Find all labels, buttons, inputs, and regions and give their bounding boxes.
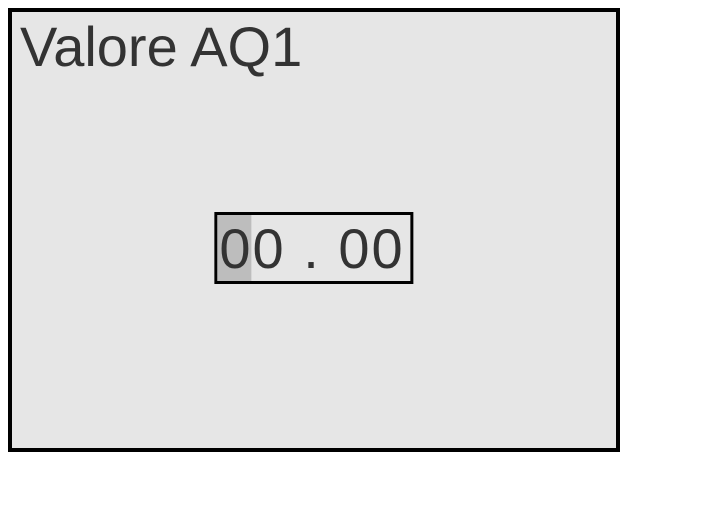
value-input[interactable]: 00 . 00 bbox=[214, 212, 413, 284]
panel-title: Valore AQ1 bbox=[20, 14, 302, 79]
value-display: 00 . 00 bbox=[217, 216, 410, 281]
value-panel: Valore AQ1 00 . 00 bbox=[8, 8, 620, 452]
